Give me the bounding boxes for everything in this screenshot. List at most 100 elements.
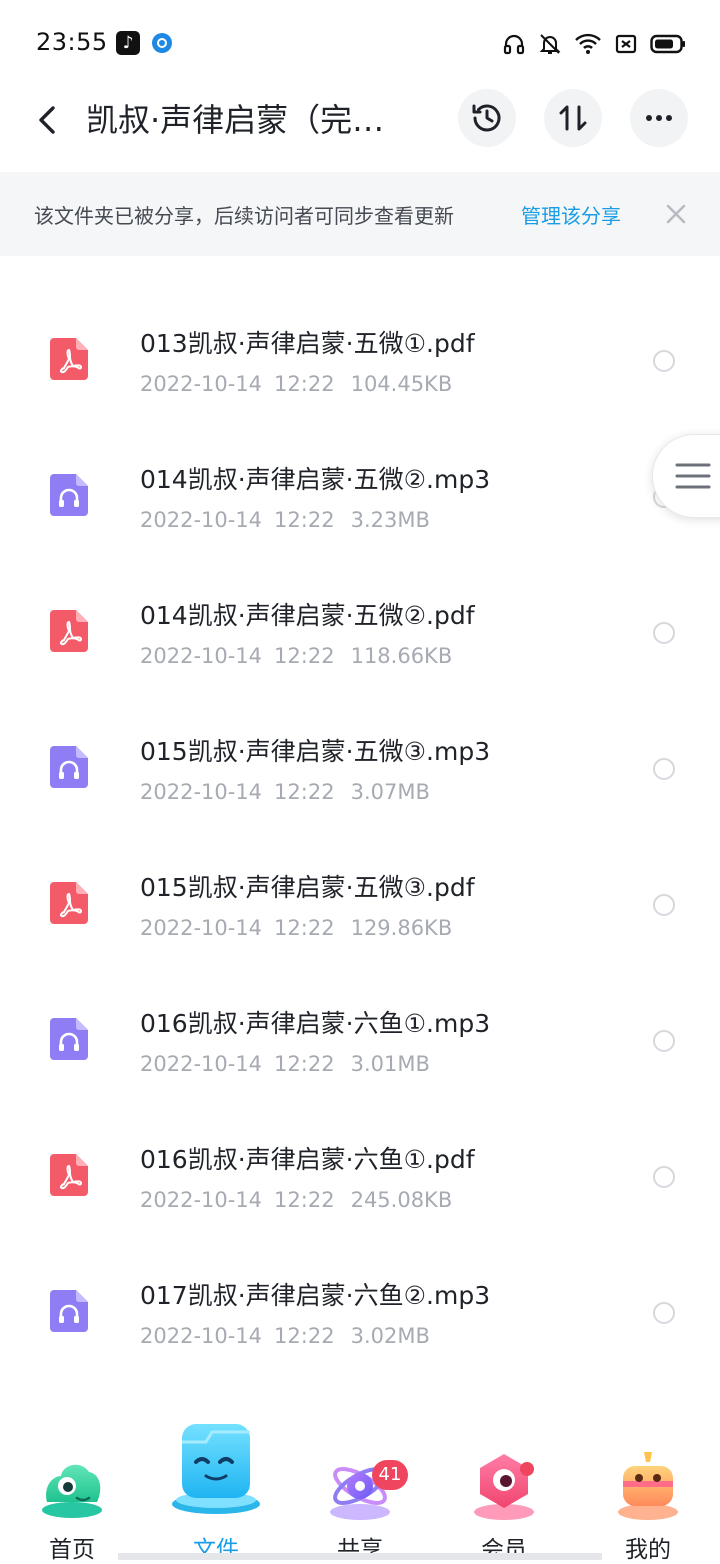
history-button[interactable] — [458, 89, 516, 147]
more-button[interactable] — [630, 89, 688, 147]
file-select-radio[interactable] — [653, 758, 675, 780]
page-title: 凯叔·声律启蒙（完… — [86, 101, 385, 139]
file-row[interactable]: 2022-10-14 12:22 3.02MB — [0, 256, 720, 290]
file-name: 015凯叔·声律启蒙·五微③.mp3 — [140, 737, 491, 766]
file-size: 118.66KB — [350, 644, 453, 668]
file-row[interactable]: 013凯叔·声律启蒙·五微①.pdf 2022-10-14 12:22 104.45K… — [0, 290, 720, 426]
history-icon — [472, 104, 501, 132]
file-date: 2022-10-14 — [140, 372, 263, 396]
file-size: 3.02MB — [350, 1324, 430, 1348]
pdf-file-icon — [50, 1154, 88, 1196]
status-time: 23:55 — [36, 28, 108, 56]
share-count-badge: 41 — [372, 1460, 408, 1490]
nav-member[interactable]: 会员 — [432, 1406, 576, 1563]
nav-home[interactable]: 首页 — [0, 1406, 144, 1563]
file-time: 12:22 — [274, 508, 335, 532]
file-date: 2022-10-14 — [140, 916, 263, 940]
file-row[interactable]: 014凯叔·声律启蒙·五微②.pdf 2022-10-14 12:22 118.66K… — [0, 562, 720, 698]
pdf-file-icon — [50, 338, 88, 380]
file-meta: 2022-10-14 12:22 129.86KB — [140, 916, 452, 940]
menu-lines-icon — [675, 463, 711, 489]
file-size: 245.08KB — [350, 1188, 453, 1212]
sim-icon — [615, 34, 637, 54]
files-mascot-icon — [172, 1424, 260, 1514]
file-date: 2022-10-14 — [140, 1324, 263, 1348]
file-name: 017凯叔·声律启蒙·六鱼②.mp3 — [140, 1281, 491, 1310]
file-size: 129.86KB — [350, 916, 453, 940]
member-red-dot — [520, 1462, 534, 1476]
file-date: 2022-10-14 — [140, 644, 263, 668]
file-time: 12:22 — [274, 1324, 335, 1348]
file-select-radio[interactable] — [653, 622, 675, 644]
file-meta: 2022-10-14 12:22 3.02MB — [140, 1324, 430, 1348]
file-row[interactable]: 016凯叔·声律启蒙·六鱼①.pdf 2022-10-14 12:22 245.08K… — [0, 1106, 720, 1242]
file-date: 2022-10-14 — [140, 780, 263, 804]
file-time: 12:22 — [274, 372, 335, 396]
file-time: 12:22 — [274, 1188, 335, 1212]
nav-files[interactable]: 文件 — [144, 1406, 288, 1563]
file-size: 3.07MB — [350, 780, 430, 804]
nav-mine[interactable]: 我的 — [576, 1406, 720, 1563]
pdf-file-icon — [50, 610, 88, 652]
file-size: 3.02MB — [351, 256, 430, 260]
file-date: 2022-10-14 — [140, 256, 262, 260]
file-select-radio[interactable] — [653, 1166, 675, 1188]
file-name: 016凯叔·声律启蒙·六鱼①.pdf — [140, 1145, 475, 1174]
file-list: 2022-10-14 12:22 3.02MB 013凯叔·声律启蒙·五微①.pdf 2… — [0, 256, 720, 1406]
file-row[interactable]: 017凯叔·声律启蒙·六鱼②.mp3 2022-10-14 12:22 3.02MB — [0, 1242, 720, 1378]
manage-share-link[interactable]: 管理该分享 — [521, 200, 621, 229]
file-time: 12:22 — [274, 644, 335, 668]
file-select-radio[interactable] — [653, 1030, 675, 1052]
share-banner: 该文件夹已被分享，后续访问者可同步查看更新 管理该分享 — [0, 172, 720, 256]
member-gem-icon — [474, 1454, 534, 1520]
file-date: 2022-10-14 — [140, 508, 263, 532]
audio-file-icon — [50, 1290, 88, 1332]
file-meta: 2022-10-14 12:22 3.07MB — [140, 780, 430, 804]
sort-icon — [559, 105, 587, 131]
app-notification-icon — [152, 33, 172, 53]
file-meta: 2022-10-14 12:22 3.01MB — [140, 1052, 430, 1076]
close-banner-icon[interactable] — [662, 200, 690, 228]
file-time: 12:22 — [274, 256, 335, 260]
battery-icon — [650, 34, 685, 54]
audio-file-icon — [50, 1018, 88, 1060]
file-size: 3.01MB — [350, 1052, 430, 1076]
sort-button[interactable] — [544, 89, 602, 147]
status-icons — [502, 30, 686, 58]
file-meta: 2022-10-14 12:22 245.08KB — [140, 1188, 452, 1212]
home-mascot-icon — [42, 1464, 102, 1518]
audio-file-icon — [50, 474, 88, 516]
file-meta: 2022-10-14 12:22 3.02MB — [140, 256, 430, 260]
file-time: 12:22 — [274, 780, 335, 804]
file-name: 014凯叔·声律启蒙·五微②.pdf — [140, 601, 475, 630]
home-indicator — [118, 1553, 602, 1560]
file-date: 2022-10-14 — [140, 1052, 263, 1076]
file-row[interactable]: 014凯叔·声律启蒙·五微②.mp3 2022-10-14 12:22 3.23MB — [0, 426, 720, 562]
bell-muted-icon — [539, 34, 561, 54]
file-meta: 2022-10-14 12:22 104.45KB — [140, 372, 452, 396]
tiktok-notification-icon: ♪ — [116, 31, 140, 55]
file-row[interactable]: 015凯叔·声律启蒙·五微③.pdf 2022-10-14 12:22 129.86K… — [0, 834, 720, 970]
file-row[interactable]: 015凯叔·声律启蒙·五微③.mp3 2022-10-14 12:22 3.07MB — [0, 698, 720, 834]
file-name: 015凯叔·声律启蒙·五微③.pdf — [140, 873, 475, 902]
profile-cake-icon — [618, 1452, 678, 1520]
file-row[interactable]: 016凯叔·声律启蒙·六鱼①.mp3 2022-10-14 12:22 3.01MB — [0, 970, 720, 1106]
file-size: 3.23MB — [350, 508, 430, 532]
file-name: 016凯叔·声律启蒙·六鱼①.mp3 — [140, 1009, 491, 1038]
file-time: 12:22 — [274, 1052, 335, 1076]
audio-file-icon — [50, 746, 88, 788]
file-meta: 2022-10-14 12:22 118.66KB — [140, 644, 452, 668]
file-date: 2022-10-14 — [140, 1188, 263, 1212]
chevron-left-icon — [39, 106, 55, 134]
headphones-icon — [503, 34, 525, 55]
file-select-radio[interactable] — [653, 350, 675, 372]
file-name: 014凯叔·声律启蒙·五微②.mp3 — [140, 465, 491, 494]
file-select-radio[interactable] — [653, 1302, 675, 1324]
share-notice-text: 该文件夹已被分享，后续访问者可同步查看更新 — [34, 204, 454, 228]
back-button[interactable] — [28, 100, 68, 140]
more-dots-icon — [646, 115, 672, 121]
file-select-radio[interactable] — [653, 894, 675, 916]
file-time: 12:22 — [274, 916, 335, 940]
nav-share[interactable]: 41 共享 — [288, 1406, 432, 1563]
pdf-file-icon — [50, 882, 88, 924]
